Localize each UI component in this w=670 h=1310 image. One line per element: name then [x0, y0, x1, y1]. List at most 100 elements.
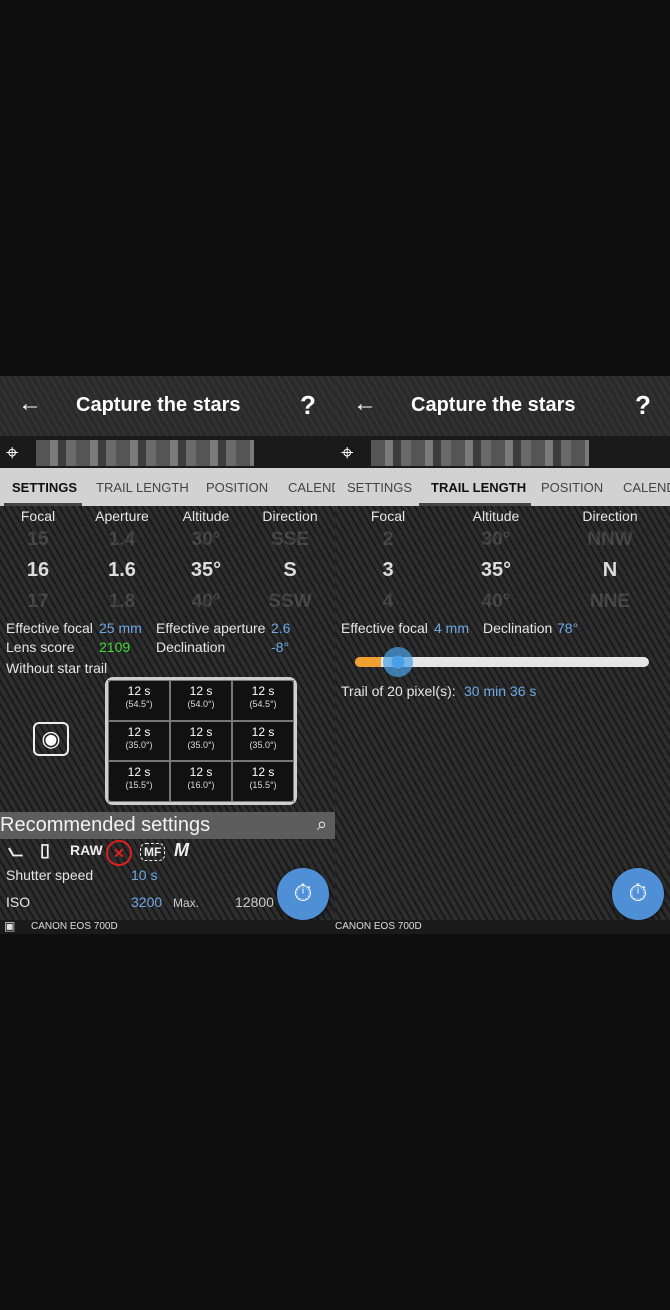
- direction-header: Direction: [262, 508, 318, 524]
- active-tab-indicator: [419, 503, 531, 506]
- focal-picker[interactable]: 3: [358, 559, 418, 582]
- grid-cell: 12 s (54.5°): [108, 680, 170, 721]
- focal-prev[interactable]: 15: [8, 529, 68, 551]
- location-row[interactable]: ⌖: [0, 436, 335, 468]
- tab-position[interactable]: POSITION: [206, 480, 268, 495]
- altitude-next[interactable]: 40°: [176, 591, 236, 613]
- direction-prev[interactable]: NNW: [580, 529, 640, 551]
- tab-bar: SETTINGS TRAIL LENGTH POSITION CALEND: [0, 468, 335, 506]
- altitude-next[interactable]: 40°: [466, 591, 526, 613]
- shutter-speed-value: 10 s: [131, 867, 158, 883]
- settings-panel: ← Capture the stars ? ⌖ SETTINGS TRAIL L…: [0, 376, 335, 934]
- altitude-picker[interactable]: 35°: [176, 559, 236, 582]
- eye-icon[interactable]: ◉: [33, 722, 69, 756]
- help-button[interactable]: ?: [635, 390, 651, 421]
- altitude-picker[interactable]: 35°: [466, 559, 526, 582]
- help-button[interactable]: ?: [300, 390, 316, 421]
- stopwatch-icon: ⏱: [293, 880, 313, 907]
- iso-value: 3200: [131, 894, 163, 910]
- aperture-header: Aperture: [95, 508, 149, 524]
- direction-header: Direction: [582, 508, 638, 524]
- direction-prev[interactable]: SSE: [260, 529, 320, 551]
- exposure-grid: 12 s (54.5°) 12 s (54.0°) 12 s (54.5°) 12 s…: [105, 677, 297, 805]
- effective-aperture-label: Effective aperture: [156, 620, 266, 636]
- timer-button[interactable]: ⏱: [277, 868, 329, 920]
- grid-cell: 12 s (54.0°): [170, 680, 232, 721]
- share-settings-icon[interactable]: ⌕: [317, 814, 327, 835]
- effective-focal-value: 25 mm: [99, 620, 142, 636]
- altitude-header: Altitude: [182, 508, 230, 524]
- aperture-prev[interactable]: 1.4: [92, 529, 152, 551]
- tab-calendar[interactable]: CALEND: [623, 480, 670, 495]
- altitude-prev[interactable]: 30°: [176, 529, 236, 551]
- direction-next[interactable]: SSW: [260, 591, 320, 613]
- timer-button[interactable]: ⏱: [612, 868, 664, 920]
- tab-position[interactable]: POSITION: [541, 480, 603, 495]
- tab-bar: SETTINGS TRAIL LENGTH POSITION CALEND: [335, 468, 670, 506]
- focal-next[interactable]: 4: [358, 591, 418, 613]
- tab-trail-length[interactable]: TRAIL LENGTH: [431, 480, 526, 495]
- grid-cell: 12 s (54.5°): [232, 680, 294, 721]
- trail-slider-thumb[interactable]: [383, 647, 414, 677]
- camera-icon: ▣: [4, 919, 16, 933]
- direction-picker[interactable]: N: [580, 559, 640, 582]
- aperture-next[interactable]: 1.8: [92, 591, 152, 613]
- camera-bar: CANON EOS 700D: [335, 920, 670, 934]
- tab-trail-length[interactable]: TRAIL LENGTH: [96, 480, 189, 495]
- declination-label: Declination: [483, 620, 553, 636]
- arrow-left-icon[interactable]: ←: [353, 390, 377, 418]
- trail-value: 30 min 36 s: [464, 683, 537, 699]
- focal-header: Focal: [20, 508, 56, 524]
- recommended-title: Recommended settings: [0, 814, 211, 836]
- manual-mode-icon: M: [174, 840, 189, 860]
- tripod-icon: ⦦: [8, 840, 23, 860]
- shutter-speed-label: Shutter speed: [6, 867, 94, 883]
- gps-target-icon[interactable]: ⌖: [6, 440, 18, 466]
- iso-label: ISO: [6, 894, 31, 910]
- direction-picker[interactable]: S: [260, 559, 320, 582]
- recommended-bar: Recommended settings ⌕: [0, 812, 335, 839]
- manual-focus-icon: MF: [140, 843, 166, 861]
- grid-cell: 12 s (16.0°): [170, 761, 232, 802]
- tab-settings[interactable]: SETTINGS: [347, 480, 412, 495]
- stopwatch-icon: ⏱: [628, 880, 648, 907]
- trail-slider-fill: [355, 657, 382, 667]
- location-pixelated: [371, 440, 589, 466]
- grid-cell: 12 s (15.5°): [232, 761, 294, 802]
- altitude-prev[interactable]: 30°: [466, 529, 526, 551]
- grid-cell: 12 s (35.0°): [232, 720, 294, 762]
- remote-icon: ▯: [40, 840, 50, 860]
- effective-focal-label: Effective focal: [6, 620, 93, 636]
- focal-next[interactable]: 17: [8, 591, 68, 613]
- tab-calendar[interactable]: CALEND: [288, 480, 335, 495]
- arrow-left-icon[interactable]: ←: [18, 390, 42, 418]
- grid-cell: 12 s (35.0°): [108, 720, 170, 762]
- max-label: Max.: [173, 896, 200, 910]
- camera-bar: ▣ CANON EOS 700D: [0, 919, 335, 934]
- declination-value: 78°: [557, 620, 579, 636]
- app-title: Capture the stars: [76, 394, 241, 416]
- app-bar: ← Capture the stars ?: [335, 376, 670, 436]
- grid-cell: 12 s (15.5°): [108, 761, 170, 802]
- lens-score-label: Lens score: [6, 639, 75, 655]
- max-value: 12800: [235, 894, 274, 910]
- altitude-header: Altitude: [472, 508, 520, 524]
- tab-settings[interactable]: SETTINGS: [12, 480, 77, 495]
- direction-next[interactable]: NNE: [580, 591, 640, 613]
- lens-score-value: 2109: [99, 639, 131, 655]
- gps-target-icon[interactable]: ⌖: [341, 440, 353, 466]
- focal-picker[interactable]: 16: [8, 559, 68, 582]
- location-row[interactable]: ⌖: [335, 436, 670, 468]
- app-title: Capture the stars: [411, 394, 576, 416]
- without-trail-label: Without star trail: [6, 660, 108, 676]
- grid-cell: 12 s (35.0°): [170, 720, 232, 762]
- app-bar: ← Capture the stars ?: [0, 376, 335, 436]
- aperture-picker[interactable]: 1.6: [92, 559, 152, 582]
- no-flash-icon: ✕: [106, 840, 132, 866]
- focal-prev[interactable]: 2: [358, 529, 418, 551]
- raw-icon: RAW: [70, 842, 103, 858]
- location-pixelated: [36, 440, 254, 466]
- declination-value: -8°: [271, 639, 290, 655]
- trail-label: Trail of 20 pixel(s):: [341, 683, 456, 699]
- effective-aperture-value: 2.6: [271, 620, 291, 636]
